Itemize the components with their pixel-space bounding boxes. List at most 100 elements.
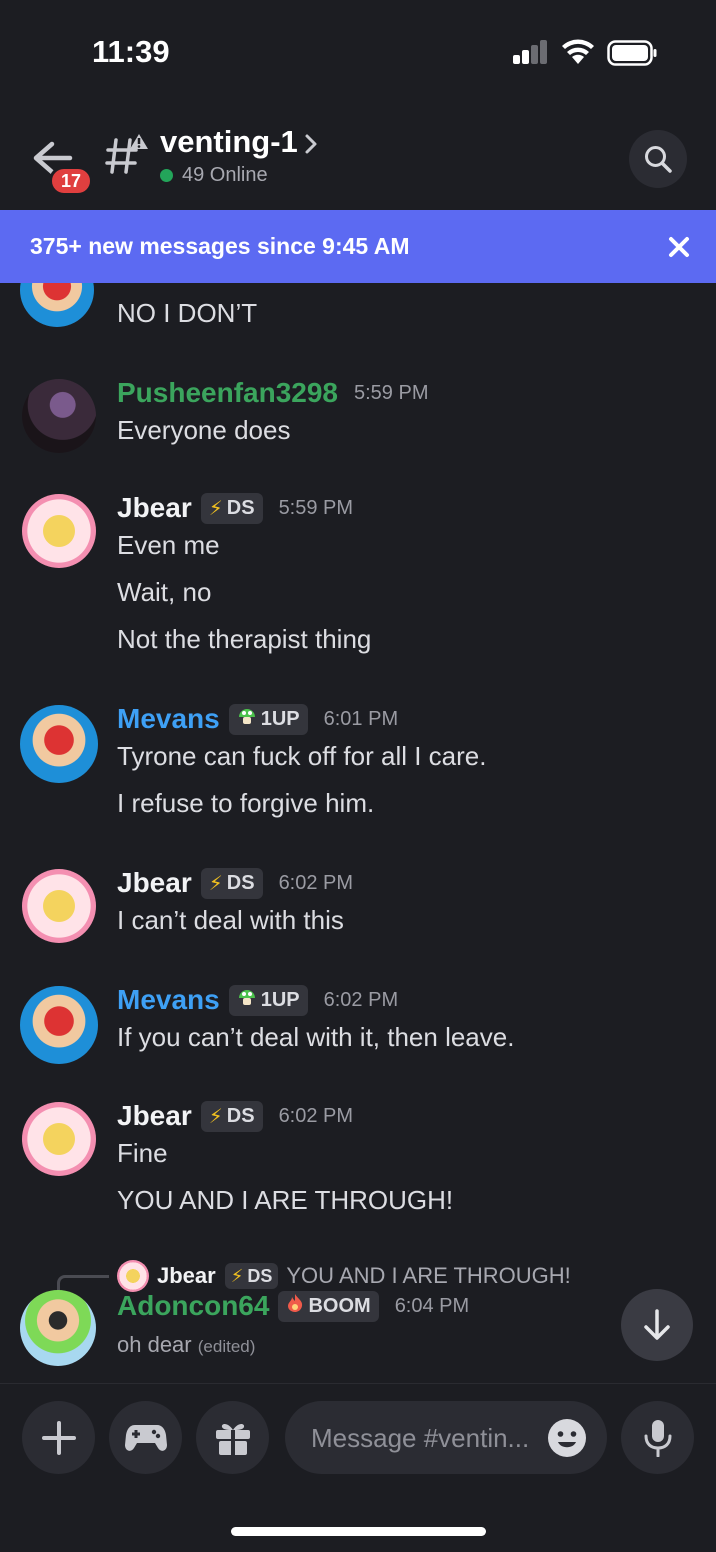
- add-attachment-button[interactable]: [22, 1401, 95, 1474]
- username[interactable]: Mevans: [117, 984, 220, 1016]
- reply-text: YOU AND I ARE THROUGH!: [286, 1263, 571, 1288]
- message-text: I refuse to forgive him.: [117, 788, 375, 818]
- role-tag: ⚡ DS: [200, 867, 263, 899]
- username[interactable]: Jbear: [117, 492, 192, 524]
- lightning-icon: ⚡: [208, 497, 223, 520]
- timestamp: 6:01 PM: [323, 707, 399, 730]
- lightning-icon: ⚡: [208, 1105, 223, 1128]
- message-header: Adoncon64 BOOM 6:04 PM: [117, 1290, 469, 1322]
- avatar-jbear[interactable]: [22, 494, 96, 568]
- message-text-body: oh dear: [117, 1332, 192, 1357]
- mushroom-icon: [237, 707, 257, 731]
- lightning-icon: ⚡: [230, 1265, 244, 1286]
- activities-button[interactable]: [109, 1401, 182, 1474]
- message-text: If you can’t deal with it, then leave.: [117, 1022, 515, 1052]
- reply-reference[interactable]: Jbear ⚡ DS YOU AND I ARE THROUGH!: [117, 1260, 571, 1292]
- avatar-adoncon64[interactable]: [20, 1290, 96, 1366]
- text-channel-warning-icon: [105, 134, 148, 174]
- role-tag: BOOM: [278, 1290, 379, 1322]
- cellular-signal-icon: [513, 40, 549, 64]
- role-tag-label: DS: [226, 1104, 255, 1127]
- timestamp: 5:59 PM: [278, 496, 354, 519]
- online-count-label: 49 Online: [182, 164, 268, 186]
- chevron-right-icon[interactable]: [302, 130, 320, 158]
- message-text: I can’t deal with this: [117, 905, 344, 935]
- avatar-mevans[interactable]: [20, 283, 94, 327]
- message-text: Everyone does: [117, 415, 291, 445]
- wifi-icon: [562, 39, 594, 64]
- online-dot-icon: [160, 169, 173, 182]
- avatar-jbear[interactable]: [22, 1102, 96, 1176]
- new-messages-text: 375+ new messages since 9:45 AM: [30, 233, 410, 259]
- new-messages-banner[interactable]: 375+ new messages since 9:45 AM: [0, 210, 716, 283]
- role-tag: 1UP: [228, 703, 308, 735]
- avatar-jbear[interactable]: [22, 869, 96, 943]
- role-tag-label: DS: [247, 1265, 273, 1286]
- emoji-icon[interactable]: [547, 1418, 587, 1458]
- username[interactable]: Jbear: [117, 1100, 192, 1132]
- explosion-icon: [286, 1293, 304, 1319]
- avatar-mevans[interactable]: [20, 986, 98, 1064]
- message-header: Mevans 1UP 6:02 PM: [117, 984, 398, 1016]
- timestamp: 6:02 PM: [278, 871, 354, 894]
- plus-icon: [41, 1420, 76, 1455]
- role-tag: ⚡ DS: [200, 492, 263, 524]
- username[interactable]: Jbear: [117, 867, 192, 899]
- message-header: Mevans 1UP 6:01 PM: [117, 703, 398, 735]
- voice-message-button[interactable]: [621, 1401, 694, 1474]
- edited-label: (edited): [197, 1337, 256, 1356]
- role-tag: ⚡ DS: [200, 1100, 263, 1132]
- message-header: Pusheenfan3298 5:59 PM: [117, 377, 428, 409]
- role-tag-label: 1UP: [260, 707, 300, 730]
- gift-icon: [215, 1423, 250, 1455]
- role-tag-label: 1UP: [260, 988, 300, 1011]
- timestamp: 6:02 PM: [278, 1104, 354, 1127]
- mushroom-icon: [237, 988, 257, 1012]
- message-placeholder: Message #ventin...: [311, 1423, 530, 1453]
- close-icon[interactable]: [664, 232, 694, 262]
- message-text: Fine: [117, 1138, 168, 1168]
- gamepad-icon: [124, 1424, 167, 1451]
- message-header: Jbear ⚡ DS 5:59 PM: [117, 492, 353, 524]
- status-time: 11:39: [92, 34, 170, 69]
- jump-to-bottom-button[interactable]: [621, 1289, 693, 1361]
- username[interactable]: Adoncon64: [117, 1290, 269, 1322]
- channel-name[interactable]: venting-1: [160, 124, 298, 160]
- message-header: Jbear ⚡ DS 6:02 PM: [117, 867, 353, 899]
- avatar-mevans[interactable]: [20, 705, 98, 783]
- reply-author: Jbear: [157, 1263, 216, 1288]
- timestamp: 5:59 PM: [354, 381, 429, 404]
- microphone-icon: [644, 1419, 671, 1457]
- message-input[interactable]: Message #ventin...: [285, 1401, 607, 1474]
- avatar-pusheenfan3298[interactable]: [22, 379, 96, 453]
- home-indicator: [231, 1527, 486, 1536]
- timestamp: 6:04 PM: [394, 1294, 470, 1317]
- gift-button[interactable]: [196, 1401, 269, 1474]
- message-text: Not the therapist thing: [117, 624, 372, 654]
- username[interactable]: Mevans: [117, 703, 220, 735]
- battery-icon: [607, 40, 657, 66]
- search-icon: [645, 146, 672, 173]
- role-tag-label: BOOM: [308, 1294, 371, 1317]
- unread-badge: 17: [49, 166, 93, 196]
- online-count: 49 Online: [160, 164, 268, 187]
- role-tag: 1UP: [228, 984, 308, 1016]
- message-text: YOU AND I ARE THROUGH!: [117, 1185, 454, 1215]
- channel-header: 17 venting-1 49 Online: [0, 108, 716, 210]
- message-header: Jbear ⚡ DS 6:02 PM: [117, 1100, 353, 1132]
- role-tag-label: DS: [226, 871, 255, 894]
- search-button[interactable]: [629, 130, 687, 188]
- message-text: Tyrone can fuck off for all I care.: [117, 741, 487, 771]
- arrow-down-icon: [644, 1309, 670, 1340]
- lightning-icon: ⚡: [208, 872, 223, 895]
- message-text: Wait, no: [117, 577, 212, 607]
- reply-role-tag: ⚡ DS: [224, 1263, 279, 1289]
- reply-avatar-jbear: [117, 1260, 149, 1292]
- message-list[interactable]: NO I DON’T Pusheenfan3298 5:59 PM Everyo…: [0, 283, 716, 1383]
- username[interactable]: Pusheenfan3298: [117, 377, 338, 409]
- message-text: Even me: [117, 530, 220, 560]
- message-text: oh dear (edited): [117, 1332, 255, 1358]
- role-tag-label: DS: [226, 496, 255, 519]
- timestamp: 6:02 PM: [323, 988, 399, 1011]
- status-bar: 11:39: [0, 0, 716, 100]
